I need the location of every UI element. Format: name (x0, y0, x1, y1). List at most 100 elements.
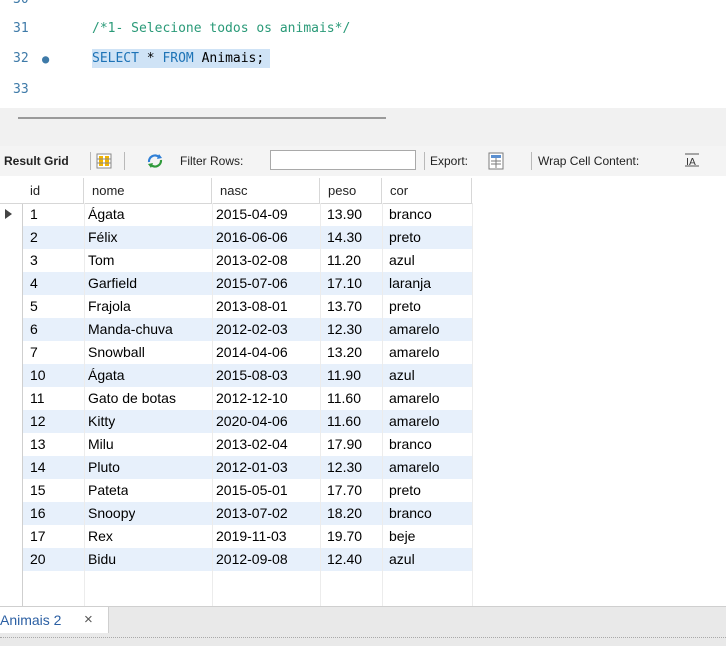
cell-id[interactable]: 13 (30, 433, 46, 456)
cell-nasc[interactable]: 2012-01-03 (216, 456, 288, 479)
table-row[interactable]: 12 Kitty 2020-04-06 11.60 amarelo (23, 410, 472, 433)
cell-cor[interactable]: amarelo (389, 341, 440, 364)
table-row[interactable]: 4 Garfield 2015-07-06 17.10 laranja (23, 272, 472, 295)
cell-cor[interactable]: preto (389, 295, 421, 318)
cell-nome[interactable]: Gato de botas (88, 387, 176, 410)
cell-nasc[interactable]: 2015-07-06 (216, 272, 288, 295)
cell-id[interactable]: 20 (30, 548, 46, 571)
cell-id[interactable]: 1 (30, 203, 38, 226)
cell-nome[interactable]: Manda-chuva (88, 318, 173, 341)
cell-peso[interactable]: 11.60 (327, 410, 361, 433)
cell-nome[interactable]: Pateta (88, 479, 128, 502)
horizontal-scrollbar[interactable] (18, 117, 386, 119)
cell-nasc[interactable]: 2016-06-06 (216, 226, 288, 249)
export-icon[interactable] (488, 152, 506, 173)
cell-nome[interactable]: Kitty (88, 410, 115, 433)
cell-id[interactable]: 7 (30, 341, 38, 364)
cell-nome[interactable]: Ágata (88, 203, 125, 226)
table-row[interactable]: 3 Tom 2013-02-08 11.20 azul (23, 249, 472, 272)
table-row[interactable]: 14 Pluto 2012-01-03 12.30 amarelo (23, 456, 472, 479)
filter-rows-input[interactable] (270, 150, 416, 170)
cell-nome[interactable]: Garfield (88, 272, 137, 295)
cell-nasc[interactable]: 2013-08-01 (216, 295, 288, 318)
cell-cor[interactable]: amarelo (389, 410, 440, 433)
cell-cor[interactable]: amarelo (389, 387, 440, 410)
cell-nasc[interactable]: 2012-09-08 (216, 548, 288, 571)
cell-nome[interactable]: Rex (88, 525, 113, 548)
cell-peso[interactable]: 19.70 (327, 525, 362, 548)
cell-nome[interactable]: Milu (88, 433, 114, 456)
table-row[interactable]: 6 Manda-chuva 2012-02-03 12.30 amarelo (23, 318, 472, 341)
column-header-peso[interactable]: peso (320, 178, 382, 203)
cell-peso[interactable]: 17.10 (327, 272, 362, 295)
cell-id[interactable]: 6 (30, 318, 38, 341)
cell-cor[interactable]: branco (389, 433, 432, 456)
cell-cor[interactable]: branco (389, 502, 432, 525)
wrap-cell-icon[interactable]: IA (684, 153, 700, 170)
cell-nome[interactable]: Bidu (88, 548, 116, 571)
cell-id[interactable]: 10 (30, 364, 46, 387)
cell-cor[interactable]: amarelo (389, 456, 440, 479)
cell-peso[interactable]: 11.20 (327, 249, 361, 272)
cell-peso[interactable]: 13.20 (327, 341, 362, 364)
cell-cor[interactable]: preto (389, 226, 421, 249)
cell-nasc[interactable]: 2012-02-03 (216, 318, 288, 341)
cell-peso[interactable]: 18.20 (327, 502, 362, 525)
cell-nome[interactable]: Snoopy (88, 502, 135, 525)
cell-nasc[interactable]: 2019-11-03 (216, 525, 287, 548)
cell-cor[interactable]: azul (389, 364, 415, 387)
cell-peso[interactable]: 11.90 (327, 364, 361, 387)
cell-cor[interactable]: azul (389, 249, 415, 272)
cell-peso[interactable]: 17.90 (327, 433, 362, 456)
table-row[interactable]: 16 Snoopy 2013-07-02 18.20 branco (23, 502, 472, 525)
cell-peso[interactable]: 17.70 (327, 479, 362, 502)
row-header-column[interactable] (0, 178, 23, 606)
close-icon[interactable]: × (84, 607, 93, 633)
table-row[interactable]: 15 Pateta 2015-05-01 17.70 preto (23, 479, 472, 502)
sql-editor[interactable]: 30 31 /*1- Selecione todos os animais*/ … (0, 0, 726, 108)
result-grid-label[interactable]: Result Grid (4, 154, 69, 168)
panel-splitter[interactable] (0, 108, 726, 146)
table-row[interactable]: 2 Félix 2016-06-06 14.30 preto (23, 226, 472, 249)
refresh-icon[interactable] (146, 153, 164, 172)
cell-peso[interactable]: 13.90 (327, 203, 362, 226)
cell-peso[interactable]: 11.60 (327, 387, 361, 410)
cell-id[interactable]: 4 (30, 272, 38, 295)
table-row[interactable]: 10 Ágata 2015-08-03 11.90 azul (23, 364, 472, 387)
cell-nome[interactable]: Snowball (88, 341, 145, 364)
table-row[interactable]: 11 Gato de botas 2012-12-10 11.60 amarelo (23, 387, 472, 410)
sql-statement[interactable]: SELECT * FROM Animais; (92, 48, 271, 70)
cell-peso[interactable]: 13.70 (327, 295, 362, 318)
cell-id[interactable]: 15 (30, 479, 46, 502)
cell-nasc[interactable]: 2013-02-04 (216, 433, 288, 456)
cell-nome[interactable]: Frajola (88, 295, 131, 318)
cell-id[interactable]: 3 (30, 249, 38, 272)
cell-nasc[interactable]: 2020-04-06 (216, 410, 288, 433)
tab-animais-2[interactable]: Animais 2 × (0, 607, 109, 633)
table-row[interactable]: 20 Bidu 2012-09-08 12.40 azul (23, 548, 472, 571)
cell-nasc[interactable]: 2015-04-09 (216, 203, 288, 226)
cell-id[interactable]: 17 (30, 525, 46, 548)
column-header-nasc[interactable]: nasc (212, 178, 320, 203)
cell-peso[interactable]: 12.40 (327, 548, 362, 571)
table-row[interactable]: 1 Ágata 2015-04-09 13.90 branco (23, 203, 472, 226)
cell-peso[interactable]: 12.30 (327, 318, 362, 341)
cell-cor[interactable]: laranja (389, 272, 431, 295)
cell-nome[interactable]: Tom (88, 249, 114, 272)
grid-view-icon[interactable] (96, 153, 112, 172)
cell-id[interactable]: 14 (30, 456, 46, 479)
cell-nasc[interactable]: 2015-05-01 (216, 479, 288, 502)
cell-nome[interactable]: Ágata (88, 364, 125, 387)
cell-id[interactable]: 16 (30, 502, 46, 525)
cell-id[interactable]: 5 (30, 295, 38, 318)
cell-id[interactable]: 12 (30, 410, 46, 433)
column-header-cor[interactable]: cor (382, 178, 472, 203)
cell-nasc[interactable]: 2013-02-08 (216, 249, 288, 272)
table-row[interactable]: 17 Rex 2019-11-03 19.70 beje (23, 525, 472, 548)
cell-cor[interactable]: azul (389, 548, 415, 571)
cell-cor[interactable]: branco (389, 203, 432, 226)
cell-id[interactable]: 11 (30, 387, 45, 410)
column-header-id[interactable]: id (22, 178, 84, 203)
table-row[interactable]: 13 Milu 2013-02-04 17.90 branco (23, 433, 472, 456)
table-row[interactable]: 5 Frajola 2013-08-01 13.70 preto (23, 295, 472, 318)
